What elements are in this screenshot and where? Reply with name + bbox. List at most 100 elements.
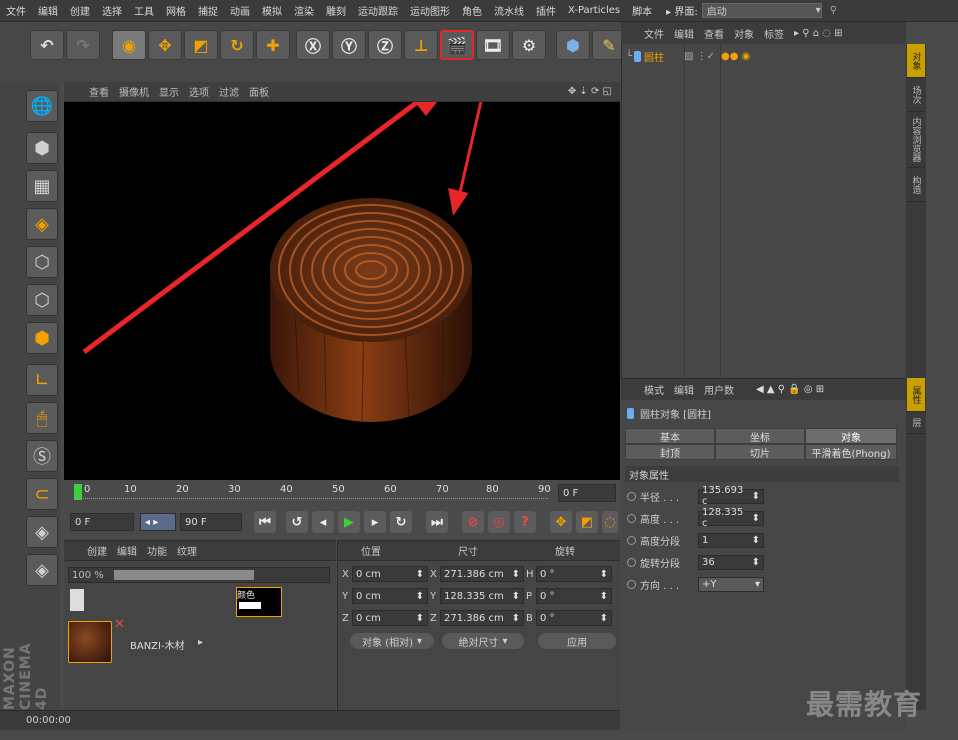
attr-nav-icons[interactable]: ◀ ▲ ⚲ 🔒 ◎ ⊞ [751, 384, 829, 395]
menu-sculpt[interactable]: 雕刻 [320, 3, 352, 18]
position-x-field[interactable]: 0 cm ⬍ [352, 566, 428, 582]
wood-cylinder[interactable] [270, 198, 472, 422]
size-z-field[interactable]: 271.386 cm ⬍ [440, 610, 524, 626]
current-frame-field[interactable]: 0 F [558, 484, 616, 502]
autokey-button[interactable]: ◎ [488, 511, 510, 533]
search-icon[interactable]: ⚲ [830, 5, 837, 16]
go-to-end-button[interactable]: ⏭ [426, 511, 448, 533]
tab-object[interactable]: 对象 [805, 428, 897, 444]
obj-menu-tags[interactable]: 标签 [759, 26, 789, 41]
object-name[interactable]: 圆柱 [644, 49, 664, 64]
color-channel-preview[interactable]: 颜色 [236, 587, 282, 617]
range-slider[interactable]: ◂ ▸ [140, 513, 176, 531]
make-editable-button[interactable]: 🌐 [26, 90, 58, 122]
viewport-menu-options[interactable]: 选项 [184, 84, 214, 99]
material-swatch-small[interactable] [70, 589, 84, 611]
position-z-field[interactable]: 0 cm ⬍ [352, 610, 428, 626]
3d-viewport[interactable] [64, 102, 620, 480]
menu-tools[interactable]: 工具 [128, 3, 160, 18]
tab-phong[interactable]: 平滑着色(Phong) [805, 444, 897, 460]
viewport-menu-view[interactable]: 查看 [84, 84, 114, 99]
size-mode-select[interactable]: 绝对尺寸 ▾ [442, 633, 524, 649]
undo-button[interactable]: ↶ [30, 30, 64, 60]
obj-menu-view[interactable]: 查看 [699, 26, 729, 41]
scale-tool-button[interactable]: ◩ [184, 30, 218, 60]
material-menu-edit[interactable]: 编辑 [112, 543, 142, 558]
visibility-icon[interactable]: ▨ ⋮✓ [684, 51, 715, 62]
x-axis-button[interactable]: Ⓧ [296, 30, 330, 60]
menu-snap[interactable]: 捕捉 [192, 3, 224, 18]
go-to-start-button[interactable]: ⏮ [254, 511, 276, 533]
menu-animate[interactable]: 动画 [224, 3, 256, 18]
menu-render[interactable]: 渲染 [288, 3, 320, 18]
model-mode-button[interactable]: ⬢ [26, 132, 58, 164]
position-y-field[interactable]: 0 cm ⬍ [352, 588, 428, 604]
menu-mesh[interactable]: 网格 [160, 3, 192, 18]
select-tool-button[interactable]: ◉ [112, 30, 146, 60]
menu-edit[interactable]: 编辑 [32, 3, 64, 18]
close-icon[interactable]: ✕ [114, 617, 125, 632]
cube-object-button[interactable]: ⬢ [556, 30, 590, 60]
snap-button[interactable]: Ⓢ [26, 440, 58, 472]
size-x-field[interactable]: 271.386 cm ⬍ [440, 566, 524, 582]
workplane-mode-button[interactable]: ◈ [26, 208, 58, 240]
z-axis-button[interactable]: Ⓩ [368, 30, 402, 60]
orientation-select[interactable]: +Y ▾ [698, 576, 764, 592]
tab-slice[interactable]: 切片 [715, 444, 805, 460]
tags-icons[interactable]: ●● ◉ [721, 51, 750, 62]
solo-button[interactable]: ◈ [26, 554, 58, 586]
attr-menu-userdata[interactable]: 用户数 [699, 382, 739, 397]
tab-structure[interactable]: 构造 [907, 168, 925, 202]
attr-menu-mode[interactable]: 模式 [639, 382, 669, 397]
menu-mograph[interactable]: 运动图形 [404, 3, 456, 18]
material-thumbnail[interactable] [68, 621, 112, 663]
move-tool-button[interactable]: ✥ [148, 30, 182, 60]
menu-file[interactable]: 文件 [0, 3, 32, 18]
texture-mode-button[interactable]: ▦ [26, 170, 58, 202]
start-frame-field[interactable]: 0 F [70, 513, 134, 531]
size-y-field[interactable]: 128.335 cm ⬍ [440, 588, 524, 604]
timeline-ruler[interactable]: 0 10 20 30 40 50 60 70 80 90 0 F [64, 480, 620, 506]
tab-attributes[interactable]: 属性 [907, 378, 925, 412]
material-menu-texture[interactable]: 纹理 [172, 543, 202, 558]
viewport-menu-panel[interactable]: 面板 [244, 84, 274, 99]
tweak-mode-button[interactable]: 🖱 [26, 402, 58, 434]
height-segments-field[interactable]: 1 ⬍ [698, 532, 764, 548]
y-axis-button[interactable]: Ⓨ [332, 30, 366, 60]
obj-menu-file[interactable]: 文件 [639, 26, 669, 41]
radius-field[interactable]: 135.693 c ⬍ [698, 485, 764, 507]
viewport-menu-camera[interactable]: 摄像机 [114, 84, 154, 99]
material-zoom-field[interactable]: 100 % [68, 567, 330, 583]
key-position-button[interactable]: ✥ [550, 511, 572, 533]
workplane-lock-button[interactable]: ◈ [26, 516, 58, 548]
object-row[interactable]: └ 圆柱 ▨ ⋮✓ ●● ◉ [626, 48, 902, 64]
material-menu-function[interactable]: 功能 [142, 543, 172, 558]
axis-mode-button[interactable]: ∟ [26, 364, 58, 396]
menu-simulate[interactable]: 模拟 [256, 3, 288, 18]
rotation-segments-field[interactable]: 36 ⬍ [698, 554, 764, 570]
apply-button[interactable]: 应用 [538, 633, 616, 649]
obj-menu-edit[interactable]: 编辑 [669, 26, 699, 41]
render-view-button[interactable]: 🎬 [440, 30, 474, 60]
previous-frame-button[interactable]: ◂ [312, 511, 334, 533]
play-button[interactable]: ▶ [338, 511, 360, 533]
redo-button[interactable]: ↷ [66, 30, 100, 60]
chevron-right-icon[interactable]: ▸ [198, 637, 203, 648]
tab-caps[interactable]: 封顶 [625, 444, 715, 460]
menu-xparticles[interactable]: X-Particles [562, 5, 626, 16]
menu-script[interactable]: 脚本 [626, 3, 658, 18]
keyframe-selection-button[interactable]: ? [514, 511, 536, 533]
menu-select[interactable]: 选择 [96, 3, 128, 18]
coordinate-system-button[interactable]: ⊥ [404, 30, 438, 60]
coord-mode-select[interactable]: 对象 (相对) ▾ [350, 633, 434, 649]
viewport-nav-icons[interactable]: ✥ ⇣ ⟳ ◱ [568, 86, 612, 97]
edges-mode-button[interactable]: ⬡ [26, 284, 58, 316]
height-field[interactable]: 128.335 c ⬍ [698, 507, 764, 529]
magnet-button[interactable]: ⊂ [26, 478, 58, 510]
key-scale-button[interactable]: ◩ [576, 511, 598, 533]
obj-tool-icons[interactable]: ▸ ⚲ ⌂ ◌ ⊞ [789, 28, 848, 39]
tab-basic[interactable]: 基本 [625, 428, 715, 444]
next-frame-button[interactable]: ▸ [364, 511, 386, 533]
transform-tool-button[interactable]: ✚ [256, 30, 290, 60]
attr-menu-edit[interactable]: 编辑 [669, 382, 699, 397]
